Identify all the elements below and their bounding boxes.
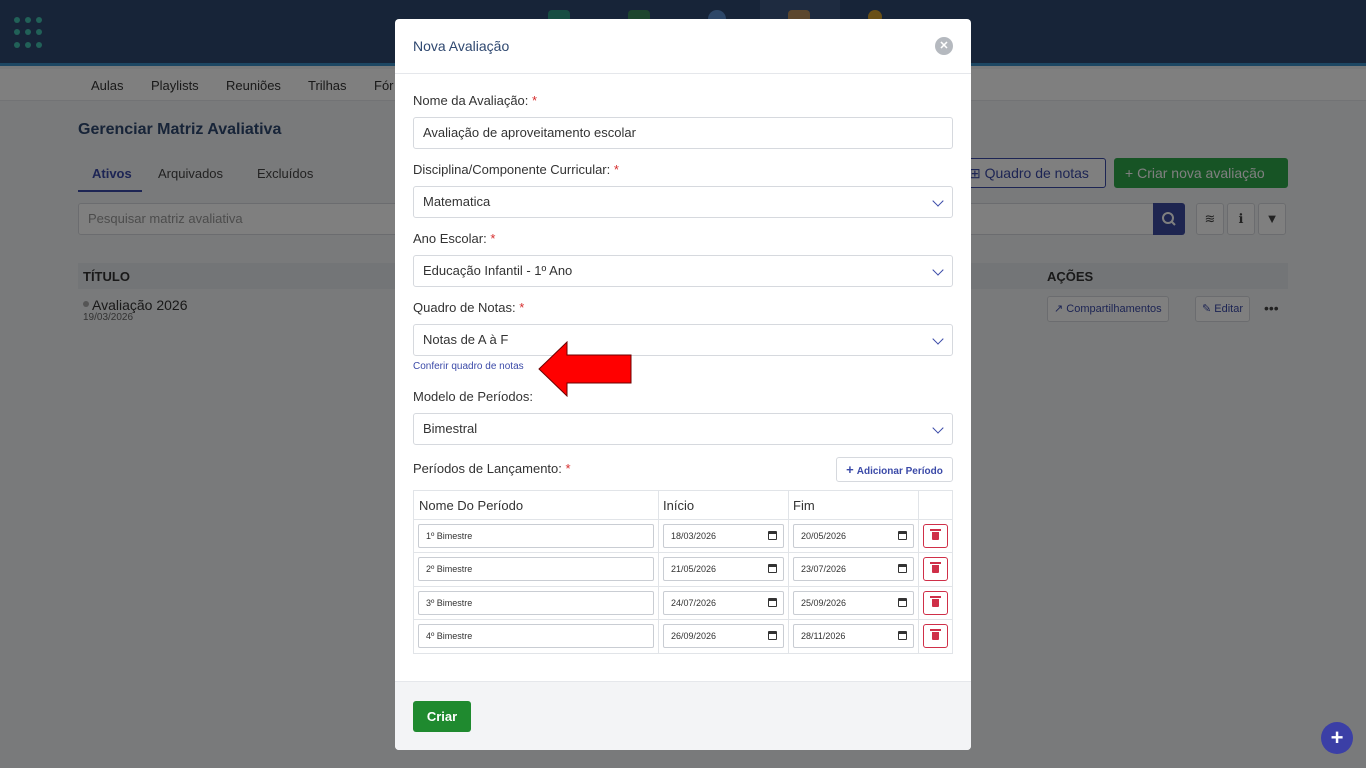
name-input[interactable]: Avaliação de aproveitamento escolar [413,117,953,149]
check-grade-board-link[interactable]: Conferir quadro de notas [413,361,524,372]
calendar-icon[interactable] [898,531,907,540]
trash-icon [930,629,941,640]
calendar-icon[interactable] [768,631,777,640]
period-end-input[interactable]: 23/07/2026 [793,557,914,581]
calendar-icon[interactable] [768,564,777,573]
period-name-input[interactable]: 2º Bimestre [418,557,654,581]
close-icon[interactable]: ✕ [935,37,953,55]
plus-icon: + [846,462,854,477]
calendar-icon[interactable] [898,631,907,640]
period-start-input[interactable]: 26/09/2026 [663,624,784,648]
chevron-down-icon [932,264,944,276]
add-period-button[interactable]: + Adicionar Período [836,457,953,482]
chevron-down-icon [932,422,944,434]
discipline-label: Disciplina/Componente Curricular: * [413,162,619,177]
periods-table: Nome Do Período Início Fim 1º Bimestre 1… [413,490,953,654]
period-start-input[interactable]: 18/03/2026 [663,524,784,548]
name-label: Nome da Avaliação: * [413,93,538,108]
trash-icon [930,596,941,607]
calendar-icon[interactable] [768,531,777,540]
period-model-select[interactable]: Bimestral [413,413,953,445]
period-end-input[interactable]: 20/05/2026 [793,524,914,548]
col-start: Início [663,498,695,513]
trash-icon [930,562,941,573]
school-year-select[interactable]: Educação Infantil - 1º Ano [413,255,953,287]
school-year-label: Ano Escolar: * [413,231,496,246]
col-end: Fim [793,498,815,513]
trash-icon [930,529,941,540]
col-period-name: Nome Do Período [419,498,524,513]
calendar-icon[interactable] [898,564,907,573]
calendar-icon[interactable] [898,598,907,607]
modal-header: Nova Avaliação ✕ [395,19,971,74]
delete-period-button[interactable] [923,557,948,581]
period-name-input[interactable]: 1º Bimestre [418,524,654,548]
delete-period-button[interactable] [923,624,948,648]
new-evaluation-modal: Nova Avaliação ✕ Nome da Avaliação: * Av… [395,19,971,750]
period-name-input[interactable]: 3º Bimestre [418,591,654,615]
periods-label: Períodos de Lançamento: * [413,461,571,476]
delete-period-button[interactable] [923,524,948,548]
period-end-input[interactable]: 25/09/2026 [793,591,914,615]
calendar-icon[interactable] [768,598,777,607]
discipline-select[interactable]: Matematica [413,186,953,218]
create-button[interactable]: Criar [413,701,471,732]
period-model-label: Modelo de Períodos: [413,389,533,404]
modal-footer: Criar [395,681,971,750]
annotation-arrow-icon [538,341,632,397]
period-start-input[interactable]: 21/05/2026 [663,557,784,581]
grade-board-label: Quadro de Notas: * [413,300,525,315]
period-end-input[interactable]: 28/11/2026 [793,624,914,648]
modal-title: Nova Avaliação [413,38,510,54]
period-start-input[interactable]: 24/07/2026 [663,591,784,615]
chevron-down-icon [932,195,944,207]
period-name-input[interactable]: 4º Bimestre [418,624,654,648]
chevron-down-icon [932,333,944,345]
grade-board-select[interactable]: Notas de A à F [413,324,953,356]
fab-add-button[interactable]: + [1321,722,1353,754]
delete-period-button[interactable] [923,591,948,615]
